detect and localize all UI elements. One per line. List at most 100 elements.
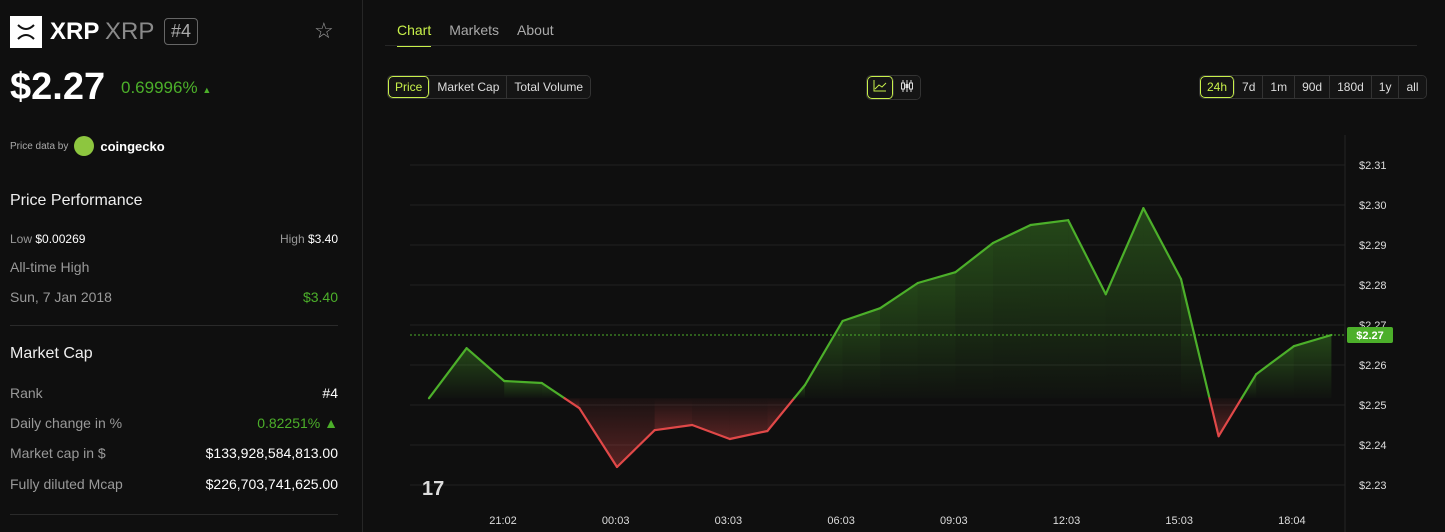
coin-name: XRP <box>50 18 100 45</box>
price-line-segment <box>540 381 566 400</box>
range-90d[interactable]: 90d <box>1295 76 1331 98</box>
area-fill <box>692 398 730 439</box>
area-fill <box>1256 346 1294 399</box>
area-fill <box>564 398 580 409</box>
stat-row: Rank #4 <box>10 385 338 401</box>
line-chart-icon[interactable] <box>867 76 894 99</box>
low-value: $0.00269 <box>35 232 86 246</box>
y-tick-label: $2.28 <box>1359 280 1387 292</box>
section-title: Market Cap <box>10 345 93 362</box>
area-fill <box>794 385 805 399</box>
range-7d[interactable]: 7d <box>1235 76 1264 98</box>
price-line-segment <box>1208 397 1220 438</box>
stat-label: Daily change in % <box>10 415 123 431</box>
metric-selector: Price Market Cap Total Volume <box>387 75 592 99</box>
y-tick-label: $2.23 <box>1359 480 1387 492</box>
range-selector: 24h 7d 1m 90d 180d 1y all <box>1199 75 1427 99</box>
x-tick-label: 00:03 <box>602 515 630 527</box>
current-price-tag <box>1347 327 1393 343</box>
metric-market-cap[interactable]: Market Cap <box>430 76 508 98</box>
low-label: Low <box>10 232 33 246</box>
chart-type-selector <box>866 75 921 100</box>
y-tick-label: $2.30 <box>1359 200 1387 212</box>
price-line-segment <box>653 423 694 432</box>
y-tick-label: $2.25 <box>1359 400 1387 412</box>
stat-label: Fully diluted Mcap <box>10 476 123 492</box>
price-line-segment <box>563 397 581 410</box>
range-1m[interactable]: 1m <box>1263 76 1296 98</box>
y-tick-label: $2.24 <box>1359 440 1387 452</box>
price-source: Price data by coingecko <box>10 136 165 156</box>
divider <box>10 325 338 326</box>
price-line-segment <box>1179 277 1211 400</box>
price-line-segment <box>991 223 1032 245</box>
stat-value: $133,928,584,813.00 <box>205 445 338 461</box>
candlestick-icon[interactable] <box>894 76 920 99</box>
tab-about[interactable]: About <box>517 22 554 47</box>
price-line-segment <box>803 319 844 387</box>
coin-price: $2.27 <box>10 66 106 108</box>
price-line-segment <box>916 271 957 285</box>
x-tick-label: 03:03 <box>715 515 743 527</box>
price-line-segment <box>427 347 468 400</box>
area-fill <box>1209 398 1219 437</box>
coin-panel: XRP XRP #4 ☆ $2.27 0.69996% ▲ Price data… <box>0 0 363 532</box>
source-provider[interactable]: coingecko <box>100 139 164 154</box>
price-line-segment <box>1217 397 1243 438</box>
low-high-row: Low $0.00269 High $3.40 <box>10 232 338 246</box>
x-tick-label: 06:03 <box>827 515 855 527</box>
up-arrow-icon: ▲ <box>202 85 212 95</box>
coingecko-logo-icon <box>74 136 95 156</box>
range-1y[interactable]: 1y <box>1371 76 1400 98</box>
x-tick-label: 12:03 <box>1053 515 1081 527</box>
price-line-segment <box>1292 333 1333 348</box>
divider <box>10 514 338 515</box>
tradingview-logo-icon: 17 <box>422 478 444 500</box>
price-line-segment <box>766 397 796 433</box>
area-fill <box>805 321 843 399</box>
price-line-segment <box>793 383 807 400</box>
stat-value: 0.82251% ▲ <box>257 415 338 431</box>
star-icon[interactable]: ☆ <box>314 18 334 44</box>
area-fill <box>729 398 768 439</box>
change-value: 0.69996% <box>121 78 198 97</box>
price-line-segment <box>1067 219 1107 296</box>
ath-date: Sun, 7 Jan 2018 <box>10 289 112 305</box>
area-fill <box>579 398 617 467</box>
range-180d[interactable]: 180d <box>1330 76 1372 98</box>
metric-total-volume[interactable]: Total Volume <box>507 76 591 98</box>
metric-price[interactable]: Price <box>388 76 431 98</box>
ath-row: All-time High <box>10 259 338 275</box>
stat-row: Daily change in % 0.82251% ▲ <box>10 415 338 431</box>
range-all[interactable]: all <box>1399 76 1426 98</box>
area-fill <box>466 348 505 399</box>
price-line-segment <box>728 429 769 441</box>
main-tabs: Chart Markets About <box>397 22 554 47</box>
price-change: 0.69996% ▲ <box>121 78 211 98</box>
price-line-segment <box>954 241 995 274</box>
ath-date-row: Sun, 7 Jan 2018 $3.40 <box>10 289 338 305</box>
area-fill <box>541 383 565 399</box>
price-line-segment <box>691 423 731 441</box>
tab-markets[interactable]: Markets <box>449 22 499 47</box>
stat-label: Market cap in $ <box>10 445 106 461</box>
tab-chart[interactable]: Chart <box>397 22 432 47</box>
area-fill <box>1241 374 1257 399</box>
stat-label: Rank <box>10 385 43 401</box>
section-title: Price Performance <box>10 192 143 209</box>
area-fill <box>880 283 918 399</box>
range-24h[interactable]: 24h <box>1200 76 1236 98</box>
ath-label: All-time High <box>10 259 90 275</box>
stat-row: Market cap in $ $133,928,584,813.00 <box>10 445 338 461</box>
price-line-segment <box>465 347 506 383</box>
x-tick-label: 15:03 <box>1165 515 1193 527</box>
area-fill <box>654 398 693 431</box>
tab-divider <box>385 45 1417 46</box>
area-fill <box>1030 220 1069 399</box>
ath-value: $3.40 <box>302 289 338 305</box>
y-tick-label: $2.29 <box>1359 240 1387 252</box>
area-fill <box>504 381 542 399</box>
stat-row: Fully diluted Mcap $226,703,741,625.00 <box>10 476 338 492</box>
y-tick-label: $2.27 <box>1359 320 1387 332</box>
area-fill <box>1105 208 1144 399</box>
